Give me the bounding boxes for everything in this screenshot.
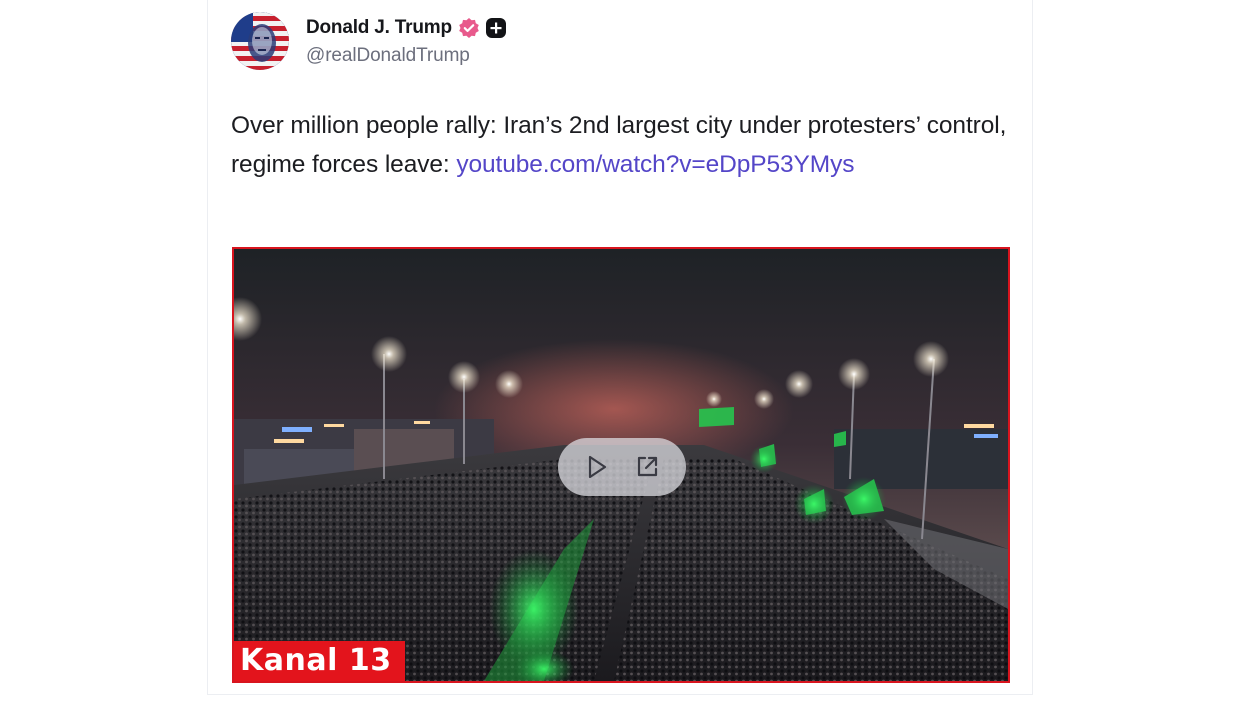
avatar-image — [231, 12, 289, 70]
post-link[interactable]: youtube.com/watch?v=eDpP53YMys — [456, 151, 854, 178]
author-name-row: Donald J. Trump — [306, 13, 506, 43]
post-card: Donald J. Trump @realDonaldTrump Over mi… — [207, 0, 1033, 695]
verified-badge-icon — [458, 17, 480, 39]
follow-plus-icon[interactable] — [485, 18, 506, 38]
video-embed[interactable]: Kanal 13 — [232, 247, 1010, 683]
author-names: Donald J. Trump @realDonaldTrump — [306, 12, 506, 67]
author-handle[interactable]: @realDonaldTrump — [306, 45, 506, 67]
avatar[interactable] — [231, 12, 289, 70]
post-header: Donald J. Trump @realDonaldTrump — [231, 12, 506, 72]
play-icon[interactable] — [583, 453, 611, 481]
post-body: Over million people rally: Iran’s 2nd la… — [231, 106, 1011, 184]
external-link-icon[interactable] — [633, 453, 661, 481]
channel-watermark: Kanal 13 — [234, 641, 405, 681]
author-display-name[interactable]: Donald J. Trump — [306, 17, 452, 39]
video-controls — [558, 438, 686, 496]
